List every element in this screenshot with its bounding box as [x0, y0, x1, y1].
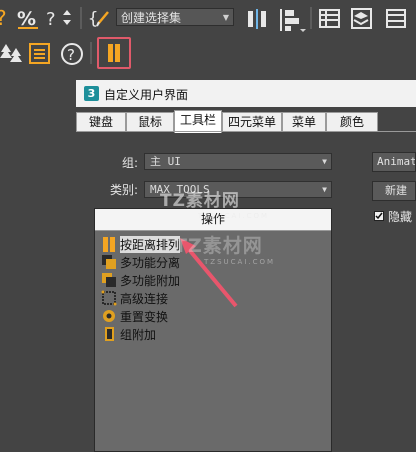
annotation-arrow [180, 238, 238, 308]
